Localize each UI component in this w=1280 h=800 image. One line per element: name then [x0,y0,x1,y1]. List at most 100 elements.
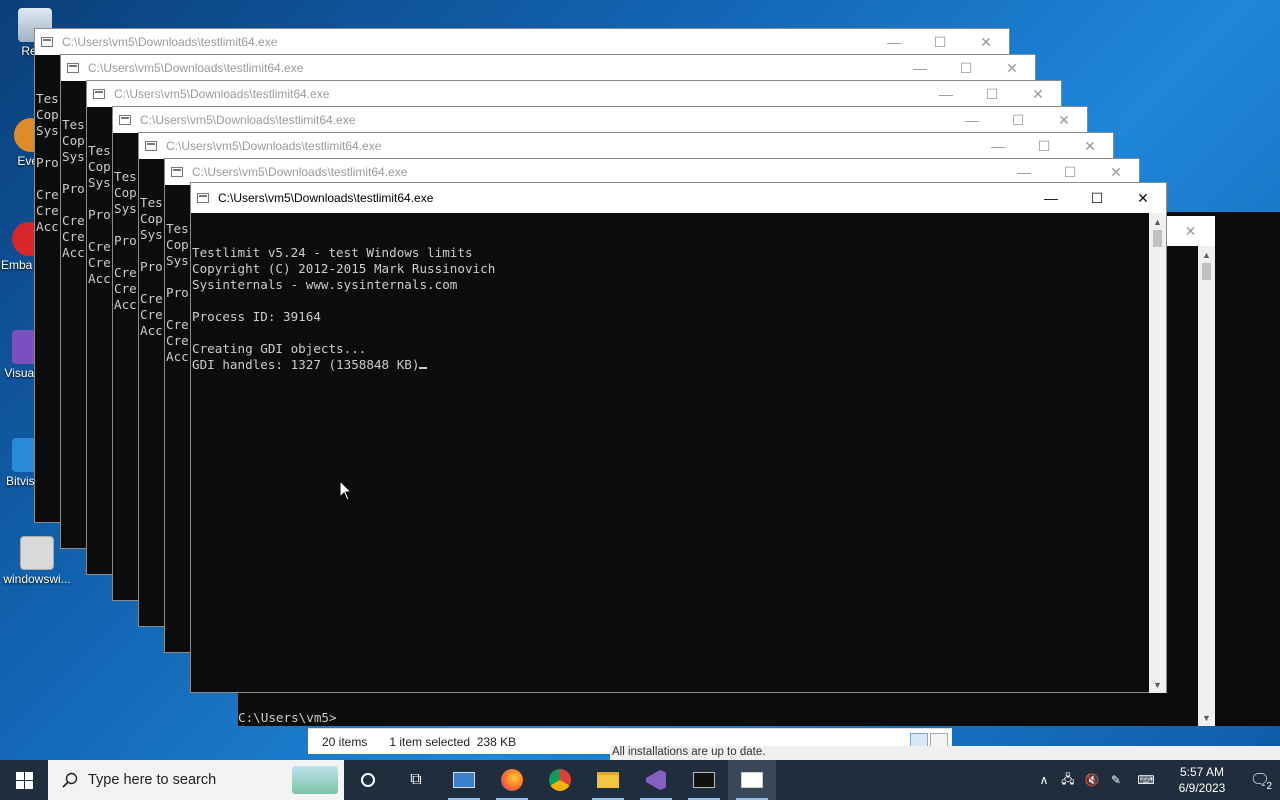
window-title: C:\Users\vm5\Downloads\testlimit64.exe [218,191,434,205]
visual-studio-icon [646,770,666,790]
taskbar: Type here to search ⧉ ∧ 🖧 🔇 ✎ ⌨ 5:57 AM … [0,760,1280,800]
console-titlebar[interactable]: C:\Users\vm5\Downloads\testlimit64.exe —… [35,29,1009,55]
taskbar-clock[interactable]: 5:57 AM 6/9/2023 [1164,764,1240,796]
active-console-scrollbar[interactable]: ▲ ▼ [1149,213,1166,693]
gear-icon [20,536,54,570]
maximize-icon[interactable]: ☐ [969,81,1015,107]
console-app-icon [41,37,53,47]
volume-muted-icon[interactable]: 🔇 [1080,760,1104,800]
console-app-icon [119,115,131,125]
active-console-window[interactable]: C:\Users\vm5\Downloads\testlimit64.exe —… [190,182,1167,693]
explorer-selection-info: 1 item selected 238 KB [389,734,517,749]
taskbar-app-firefox[interactable] [488,760,536,800]
action-center-button[interactable]: 🗨 2 [1240,760,1280,800]
taskbar-app-visual-studio[interactable] [632,760,680,800]
taskbar-search-box[interactable]: Type here to search [48,760,344,800]
close-icon[interactable]: ✕ [1041,107,1087,133]
console-app-icon [197,193,209,203]
start-button[interactable] [0,760,48,800]
console-titlebar[interactable]: C:\Users\vm5\Downloads\testlimit64.exe —… [61,55,1035,81]
close-icon[interactable]: ✕ [1067,133,1113,159]
scrollbar-thumb[interactable] [1153,230,1162,247]
background-console-scrollbar[interactable]: ▲ ▼ [1198,246,1215,726]
taskbar-app-file-explorer[interactable] [584,760,632,800]
console-app-icon [171,167,183,177]
console-line: Process ID: 39164 [192,309,321,324]
keyboard-icon[interactable]: ⌨ [1128,760,1164,800]
desktop-icon-label: windowswi... [3,572,71,586]
maximize-icon[interactable]: ☐ [1074,183,1120,213]
close-icon[interactable]: ✕ [963,29,1009,55]
search-placeholder: Type here to search [88,772,217,788]
minimize-icon[interactable]: — [949,107,995,133]
console-line: Creating GDI objects... [192,341,367,356]
maximize-icon[interactable]: ☐ [943,55,989,81]
console-app-icon [67,63,79,73]
text-cursor [419,367,428,369]
window-title: C:\Users\vm5\Downloads\testlimit64.exe [166,139,382,153]
maximize-icon[interactable]: ☐ [1021,133,1067,159]
task-view-icon: ⧉ [410,771,422,788]
scroll-up-arrow-icon[interactable]: ▲ [1198,246,1215,263]
firefox-icon [501,769,523,791]
console-line: Sysinternals - www.sysinternals.com [192,277,458,292]
active-console-titlebar[interactable]: C:\Users\vm5\Downloads\testlimit64.exe —… [191,183,1166,213]
taskbar-app-command-prompt[interactable] [680,760,728,800]
window-title: C:\Users\vm5\Downloads\testlimit64.exe [192,165,408,179]
cortana-icon [361,773,375,787]
scroll-down-arrow-icon[interactable]: ▼ [1149,676,1166,693]
chrome-icon [549,769,571,791]
close-icon[interactable]: ✕ [1015,81,1061,107]
console-output: Testlimit v5.24 - test Windows limits Co… [191,213,1149,691]
explorer-item-count: 20 items [322,734,368,749]
windows-logo-icon [15,771,33,789]
clock-date: 6/9/2023 [1178,781,1226,795]
console-line: Testlimit v5.24 - test Windows limits [192,245,473,260]
minimize-icon[interactable]: — [871,29,917,55]
system-tray: ∧ 🖧 🔇 ✎ ⌨ 5:57 AM 6/9/2023 🗨 2 [1032,760,1280,800]
remote-desktop-icon [453,772,475,788]
console-app-icon [741,772,763,788]
clock-time: 5:57 AM [1179,765,1225,779]
command-prompt-icon [693,772,715,788]
taskbar-app-chrome[interactable] [536,760,584,800]
console-titlebar[interactable]: C:\Users\vm5\Downloads\testlimit64.exe —… [113,107,1087,133]
window-title: C:\Users\vm5\Downloads\testlimit64.exe [114,87,330,101]
minimize-icon[interactable]: — [923,81,969,107]
console-line: Copyright (C) 2012-2015 Mark Russinovich [192,261,496,276]
background-console-prompt: C:\Users\vm5> [238,710,337,725]
pen-icon[interactable]: ✎ [1104,760,1128,800]
window-title: C:\Users\vm5\Downloads\testlimit64.exe [88,61,304,75]
console-line: GDI handles: 1327 (1358848 KB) [192,357,420,372]
minimize-icon[interactable]: — [1028,183,1074,213]
console-app-icon [93,89,105,99]
background-console-titlebar-strip: ✕ [1166,216,1215,246]
minimize-icon[interactable]: — [897,55,943,81]
console-titlebar[interactable]: C:\Users\vm5\Downloads\testlimit64.exe —… [139,133,1113,159]
window-title: C:\Users\vm5\Downloads\testlimit64.exe [62,35,278,49]
taskbar-app-testlimit[interactable] [728,760,776,800]
console-app-icon [145,141,157,151]
folder-icon [597,772,619,788]
console-titlebar[interactable]: C:\Users\vm5\Downloads\testlimit64.exe —… [87,81,1061,107]
task-view-button[interactable]: ⧉ [392,760,440,800]
mouse-pointer-icon [339,480,353,501]
cortana-button[interactable] [344,760,392,800]
close-icon[interactable]: ✕ [989,55,1035,81]
close-icon[interactable]: ✕ [1120,183,1166,213]
scroll-up-arrow-icon[interactable]: ▲ [1149,213,1166,230]
network-icon[interactable]: 🖧 [1056,760,1080,800]
scroll-down-arrow-icon[interactable]: ▼ [1198,709,1215,726]
search-icon [62,772,78,788]
maximize-icon[interactable]: ☐ [917,29,963,55]
minimize-icon[interactable]: — [975,133,1021,159]
taskbar-app-remote-desktop[interactable] [440,760,488,800]
close-icon[interactable]: ✕ [1185,223,1197,240]
search-highlight-icon [292,766,338,794]
installer-notice: All installations are up to date. [610,746,1280,760]
notification-count: 2 [1266,781,1272,792]
show-hidden-icons-chevron-icon[interactable]: ∧ [1032,760,1056,800]
maximize-icon[interactable]: ☐ [995,107,1041,133]
scrollbar-thumb[interactable] [1202,263,1211,280]
window-title: C:\Users\vm5\Downloads\testlimit64.exe [140,113,356,127]
